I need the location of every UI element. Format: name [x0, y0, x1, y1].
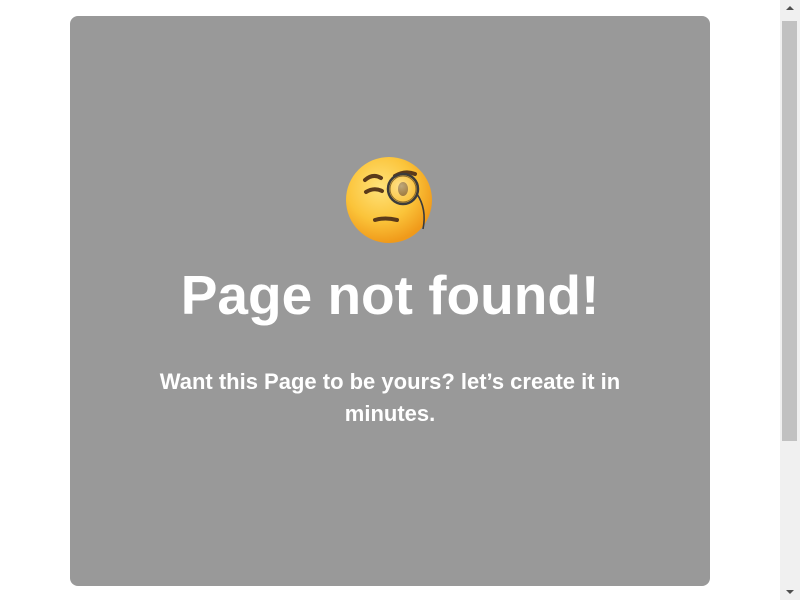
error-message: Want this Page to be yours? let’s create…: [159, 369, 621, 426]
scroll-up-button[interactable]: [780, 0, 800, 17]
page: Page not found! Want this Page to be you…: [0, 0, 780, 600]
browser-viewport: Page not found! Want this Page to be you…: [0, 0, 800, 600]
face-with-monocle-icon: [345, 154, 435, 244]
scrollbar-thumb[interactable]: [782, 21, 797, 441]
arrow-up-icon: [786, 6, 794, 10]
arrow-down-icon: [786, 590, 794, 594]
vertical-scrollbar[interactable]: [780, 0, 800, 600]
scroll-down-button[interactable]: [780, 583, 800, 600]
page-title: Page not found!: [180, 264, 600, 326]
not-found-card: Page not found! Want this Page to be you…: [70, 16, 710, 586]
